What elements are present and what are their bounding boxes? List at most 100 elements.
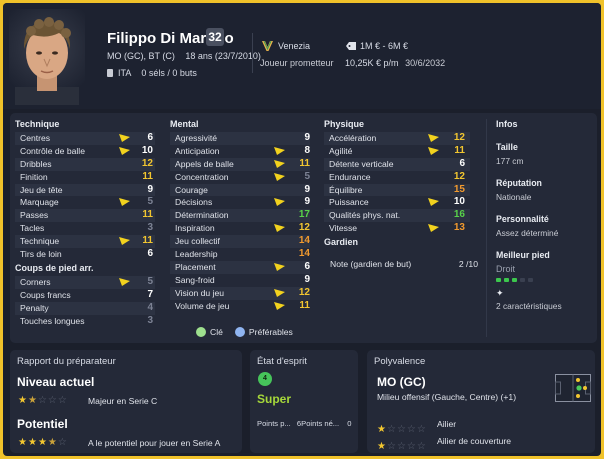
attribute-row[interactable]: Tacles 3 <box>15 222 155 235</box>
attribute-label: Corners <box>20 276 51 287</box>
attribute-value: 8 <box>304 144 310 156</box>
attribute-value: 9 <box>147 183 153 195</box>
attribute-row[interactable]: Appels de balle 11 <box>170 157 310 171</box>
current-ability-text: Majeur en Serie C <box>88 396 158 406</box>
attribute-row[interactable]: Inspiration 12 <box>170 222 310 235</box>
legend-preferred-label: Préférables <box>248 327 293 337</box>
attribute-value: 5 <box>147 196 153 208</box>
pitch-position-icon[interactable] <box>555 374 591 402</box>
attribute-row[interactable]: Corners 5 <box>15 275 155 289</box>
attribute-row[interactable]: Anticipation 8 <box>170 145 310 158</box>
star-icon: ☆ <box>416 441 426 452</box>
set-pieces-title: Coups de pied arr. <box>15 262 94 273</box>
star-icon: ☆ <box>406 441 416 452</box>
attribute-row[interactable]: Jeu collectif 14 <box>170 235 310 249</box>
attribute-row[interactable]: Marquage 5 <box>15 196 155 209</box>
preferred-attribute-dot-icon <box>234 327 245 337</box>
mood-card[interactable]: État d'esprit 4 Super Points p... 6Point… <box>250 350 358 453</box>
role-arrow-icon <box>274 301 285 310</box>
attribute-row[interactable]: Volume de jeu 11 <box>170 300 310 313</box>
attribute-row[interactable]: Puissance 10 <box>324 196 470 209</box>
role-arrow-icon <box>274 198 285 207</box>
attribute-legend: Clé Préférables <box>196 327 293 337</box>
foot-meter-segment <box>504 278 509 282</box>
attribute-row[interactable]: Finition 11 <box>15 171 155 184</box>
attribute-label: Décisions <box>175 197 213 208</box>
attribute-row[interactable]: Vision du jeu 12 <box>170 286 310 300</box>
attribute-row[interactable]: Centres 6 <box>15 132 155 145</box>
attribute-label: Concentration <box>175 171 229 182</box>
traits-sparkle-icon: ✦ <box>496 288 504 298</box>
height-value: 177 cm <box>496 156 524 166</box>
traits-count[interactable]: 2 caractéristiques <box>496 301 592 311</box>
attribute-row[interactable]: Qualités phys. nat. 16 <box>324 209 470 223</box>
attribute-row[interactable]: Placement 6 <box>170 260 310 274</box>
role-arrow-icon <box>119 277 130 286</box>
star-icon: ☆ <box>57 395 67 406</box>
attribute-row[interactable]: Décisions 9 <box>170 196 310 209</box>
player-positions: MO (GC), BT (C) <box>107 51 175 61</box>
attribute-label: Coups francs <box>20 289 71 300</box>
attribute-row[interactable]: Touches longues 3 <box>15 315 155 328</box>
attribute-row[interactable]: Concentration 5 <box>170 171 310 184</box>
attribute-value: 13 <box>453 222 465 234</box>
attribute-row[interactable]: Contrôle de balle 10 <box>15 145 155 158</box>
positive-points-label: Points p... <box>257 419 291 428</box>
role-arrow-icon <box>428 224 439 233</box>
attribute-row[interactable]: Coups francs 7 <box>15 289 155 302</box>
attribute-value: 11 <box>299 157 310 169</box>
squad-number-badge: 32 <box>206 28 224 46</box>
attribute-row[interactable]: Détente verticale 6 <box>324 157 470 171</box>
attribute-row[interactable]: Courage 9 <box>170 183 310 197</box>
transfer-value: 1M € - 6M € <box>360 41 409 51</box>
attribute-row[interactable]: Équilibre 15 <box>324 183 470 197</box>
potential-stars: ★ ★ ★ ★ ☆ <box>18 438 67 448</box>
physical-column: Physique Accélération 12 Agilité 11 Détente … <box>324 119 470 250</box>
player-header: Filippo Di Martino 32 MO (GC), BT (C) 18… <box>3 3 601 109</box>
attribute-row[interactable]: Penalty 4 <box>15 301 155 315</box>
attribute-row[interactable]: Vitesse 13 <box>324 222 470 235</box>
role-arrow-icon <box>428 146 439 155</box>
attribute-row[interactable]: Détermination 17 <box>170 209 310 223</box>
attribute-row[interactable]: Jeu de tête 9 <box>15 183 155 197</box>
attribute-label: Contrôle de balle <box>20 145 85 156</box>
mental-column: Mental Agressivité 9 Anticipation 8 Appels d… <box>170 119 310 312</box>
attribute-label: Touches longues <box>20 315 85 326</box>
attribute-row[interactable]: Tirs de loin 6 <box>15 248 155 261</box>
attribute-row[interactable]: Sang-froid 9 <box>170 274 310 287</box>
role-arrow-icon <box>274 159 285 168</box>
attribute-row[interactable]: Agressivité 9 <box>170 132 310 145</box>
physical-list: Accélération 12 Agilité 11 Détente verticale… <box>324 132 470 235</box>
attribute-value: 11 <box>142 235 153 247</box>
attribute-label: Détente verticale <box>329 158 394 169</box>
role-arrow-icon <box>119 198 130 207</box>
star-icon: ★ <box>18 395 27 406</box>
role-arrow-icon <box>119 237 130 246</box>
attribute-row[interactable]: Passes 11 <box>15 209 155 223</box>
mood-points-row: Points p... 6Points né... 0 <box>257 419 351 428</box>
attribute-label: Inspiration <box>175 223 215 234</box>
attribute-row[interactable]: Leadership 14 <box>170 248 310 261</box>
attribute-value: 12 <box>141 157 153 169</box>
attribute-row[interactable]: Technique 11 <box>15 235 155 249</box>
player-nationality-line: ITA 0 séls / 0 buts <box>107 68 197 78</box>
attribute-label: Placement <box>175 261 216 272</box>
player-nationality[interactable]: ITA <box>118 68 131 78</box>
club-name[interactable]: Venezia <box>278 41 310 51</box>
attribute-value: 6 <box>147 248 153 260</box>
attribute-label: Marquage <box>20 197 59 208</box>
personality-value[interactable]: Assez déterminé <box>496 228 592 238</box>
personality-label: Personnalité <box>496 214 549 224</box>
attribute-row[interactable]: Endurance 12 <box>324 171 470 184</box>
club-status: Joueur prometteur <box>260 58 334 68</box>
attribute-label: Centres <box>20 133 51 143</box>
attribute-row[interactable]: Accélération 12 <box>324 132 470 145</box>
attribute-row[interactable]: Agilité 11 <box>324 145 470 158</box>
attribute-label: Agilité <box>329 145 353 156</box>
attribute-label: Volume de jeu <box>175 300 230 311</box>
current-ability-stars: ★ ★ ☆ ☆ ☆ <box>18 396 67 406</box>
header-divider <box>252 33 253 73</box>
player-positions-line: MO (GC), BT (C) 18 ans (23/7/2010) <box>107 51 261 61</box>
attribute-row[interactable]: Dribbles 12 <box>15 157 155 171</box>
coach-report-card: Rapport du préparateur Niveau actuel ★ ★ ☆… <box>10 350 242 453</box>
